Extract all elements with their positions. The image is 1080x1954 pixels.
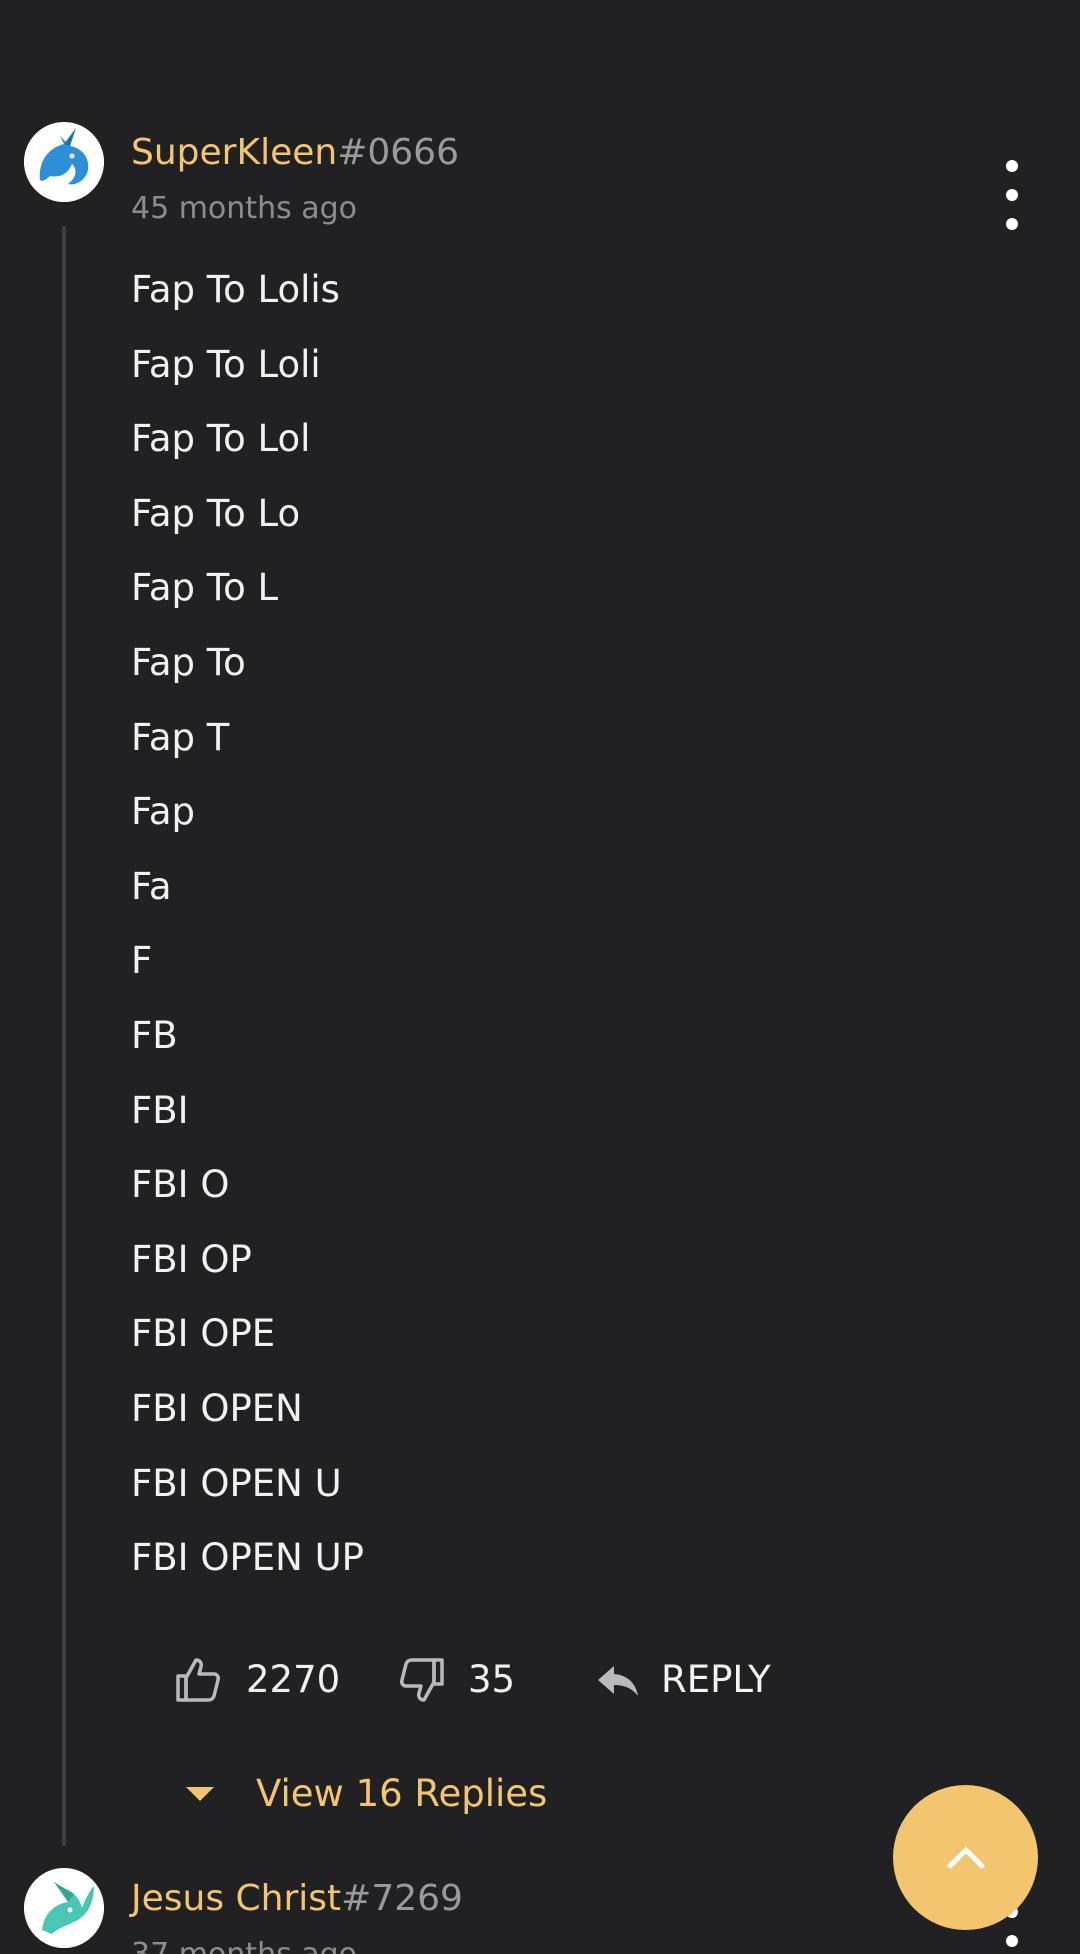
- author-tag: #0666: [337, 132, 459, 173]
- view-replies-button[interactable]: View 16 Replies: [186, 1768, 547, 1820]
- comment-line: Fap To Lol: [131, 417, 311, 461]
- comment-line: FBI OPE: [131, 1312, 276, 1356]
- comment-actions: 2270 35 REPLY: [0, 1650, 1080, 1710]
- comment-timestamp: 45 months ago: [131, 191, 358, 226]
- author-tag: #7269: [341, 1878, 463, 1919]
- pegasus-avatar-icon: [24, 1868, 104, 1948]
- author-name[interactable]: SuperKleen: [131, 132, 337, 173]
- comment-line: FBI OPEN U: [131, 1461, 342, 1505]
- kebab-dot: [1006, 218, 1018, 230]
- comment-author[interactable]: Jesus Christ#7269: [131, 1877, 463, 1921]
- comment-line: Fap To Loli: [131, 342, 321, 386]
- author-name[interactable]: Jesus Christ: [131, 1878, 341, 1919]
- thumbs-up-icon[interactable]: [174, 1656, 222, 1704]
- thread-line: [62, 226, 66, 1846]
- dislike-count: 35: [468, 1658, 516, 1701]
- like-count: 2270: [246, 1658, 341, 1701]
- comment-line: Fa: [131, 864, 172, 908]
- user-avatar[interactable]: [24, 1868, 104, 1948]
- reply-button[interactable]: REPLY: [661, 1655, 771, 1705]
- unicorn-avatar-icon: [24, 122, 104, 202]
- comment-line: Fap To Lolis: [131, 268, 340, 311]
- comment-line: Fap T: [131, 715, 230, 759]
- kebab-dot: [1006, 189, 1018, 201]
- comment-line: Fap To L: [131, 566, 279, 610]
- comment-line: FBI: [131, 1088, 189, 1132]
- comment-line: F: [131, 939, 153, 983]
- comment-line: FBI OPEN UP: [131, 1536, 364, 1580]
- scroll-to-top-button[interactable]: [893, 1785, 1038, 1930]
- comment-line: FBI O: [131, 1163, 230, 1207]
- comment-line: FBI OPEN: [131, 1386, 303, 1430]
- reply-arrow-icon[interactable]: [594, 1656, 642, 1704]
- kebab-dot: [1006, 160, 1018, 172]
- caret-down-icon: [186, 1787, 214, 1801]
- comment-line: Fap: [131, 790, 196, 834]
- view-replies-label: View 16 Replies: [256, 1772, 548, 1815]
- comment-line: Fap To: [131, 640, 246, 684]
- kebab-menu-icon[interactable]: [990, 160, 1034, 230]
- comment-card: SuperKleen#0666 45 months ago Fap To Lol…: [0, 0, 1080, 1850]
- thumbs-down-icon[interactable]: [398, 1656, 446, 1704]
- comment-author[interactable]: SuperKleen#0666: [131, 131, 459, 175]
- kebab-dot: [1006, 1935, 1018, 1947]
- comment-body: Fap To Lolis Fap To Loli Fap To Lol Fap …: [131, 265, 364, 1608]
- chevron-up-icon: [947, 1847, 984, 1868]
- comment-line: FBI OP: [131, 1237, 252, 1281]
- user-avatar[interactable]: [24, 122, 104, 202]
- comment-timestamp: 37 months ago: [131, 1936, 357, 1954]
- comment-line: Fap To Lo: [131, 491, 301, 535]
- comment-line: FB: [131, 1013, 178, 1057]
